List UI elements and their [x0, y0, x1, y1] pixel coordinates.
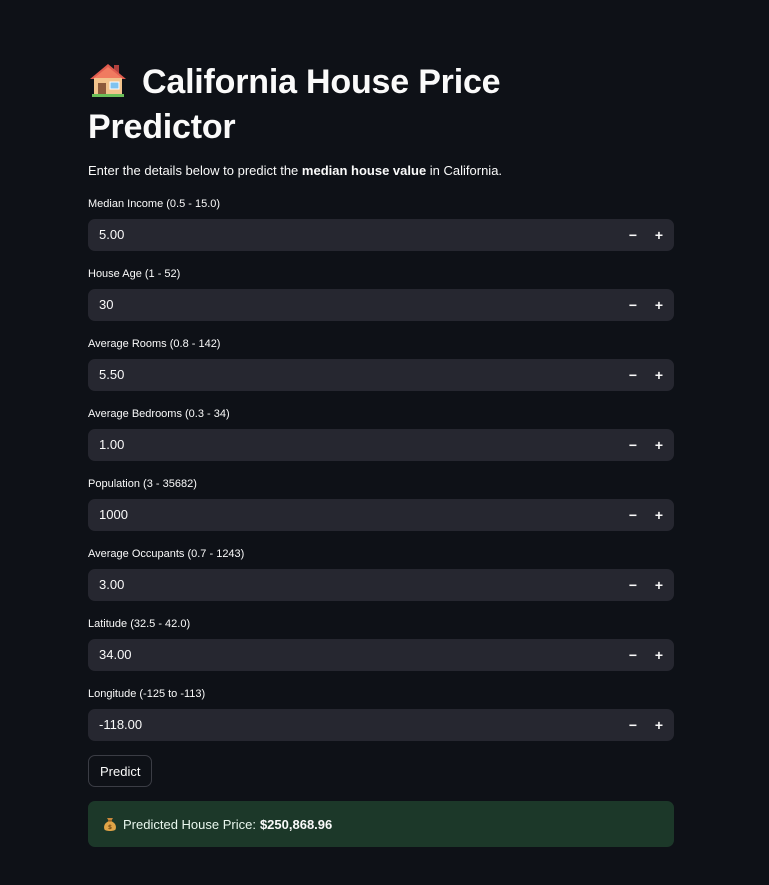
- field-label: Median Income (0.5 - 15.0): [88, 198, 221, 210]
- decrement-button[interactable]: −: [620, 639, 646, 671]
- increment-button[interactable]: +: [646, 709, 672, 741]
- number-input: − +: [88, 218, 674, 252]
- result-value: $250,868.96: [259, 816, 333, 832]
- decrement-button[interactable]: −: [620, 429, 646, 461]
- latitude-input[interactable]: [88, 638, 620, 672]
- field-median-income: Median Income (0.5 - 15.0) − +: [88, 197, 674, 252]
- field-label: Longitude (-125 to -113): [88, 688, 206, 700]
- average-rooms-input[interactable]: [88, 358, 620, 392]
- field-latitude: Latitude (32.5 - 42.0) − +: [88, 617, 674, 672]
- prediction-result: $ Predicted House Price: $250,868.96: [88, 801, 674, 847]
- result-label: Predicted House Price:: [123, 816, 256, 832]
- page-title-text: California House Price Predictor: [88, 63, 501, 146]
- field-average-bedrooms: Average Bedrooms (0.3 - 34) − +: [88, 407, 674, 462]
- predict-button[interactable]: Predict: [88, 755, 153, 787]
- median-income-input[interactable]: [88, 218, 620, 252]
- population-input[interactable]: [88, 498, 620, 532]
- field-label: House Age (1 - 52): [88, 268, 181, 280]
- intro-text-bold: median house value: [301, 163, 427, 178]
- intro-text-after: in California.: [426, 163, 503, 178]
- decrement-button[interactable]: −: [620, 569, 646, 601]
- longitude-input[interactable]: [88, 708, 620, 742]
- average-occupants-input[interactable]: [88, 568, 620, 602]
- increment-button[interactable]: +: [646, 219, 672, 251]
- increment-button[interactable]: +: [646, 569, 672, 601]
- house-age-input[interactable]: [88, 288, 620, 322]
- number-input: − +: [88, 568, 674, 602]
- field-label: Population (3 - 35682): [88, 478, 197, 490]
- decrement-button[interactable]: −: [620, 359, 646, 391]
- decrement-button[interactable]: −: [620, 289, 646, 321]
- number-input: − +: [88, 288, 674, 322]
- page-title: California House Price Predictor: [88, 60, 548, 150]
- field-label: Average Rooms (0.8 - 142): [88, 338, 221, 350]
- field-average-occupants: Average Occupants (0.7 - 1243) − +: [88, 547, 674, 602]
- field-label: Latitude (32.5 - 42.0): [88, 618, 191, 630]
- decrement-button[interactable]: −: [620, 709, 646, 741]
- increment-button[interactable]: +: [646, 639, 672, 671]
- field-average-rooms: Average Rooms (0.8 - 142) − +: [88, 337, 674, 392]
- field-longitude: Longitude (-125 to -113) − +: [88, 687, 674, 742]
- increment-button[interactable]: +: [646, 429, 672, 461]
- number-input: − +: [88, 708, 674, 742]
- number-input: − +: [88, 428, 674, 462]
- field-label: Average Bedrooms (0.3 - 34): [88, 408, 230, 420]
- number-input: − +: [88, 638, 674, 672]
- field-label: Average Occupants (0.7 - 1243): [88, 548, 245, 560]
- decrement-button[interactable]: −: [620, 219, 646, 251]
- increment-button[interactable]: +: [646, 359, 672, 391]
- average-bedrooms-input[interactable]: [88, 428, 620, 462]
- field-population: Population (3 - 35682) − +: [88, 477, 674, 532]
- house-icon: [88, 61, 128, 97]
- decrement-button[interactable]: −: [620, 499, 646, 531]
- field-house-age: House Age (1 - 52) − +: [88, 267, 674, 322]
- intro-text-before: Enter the details below to predict the: [88, 163, 302, 178]
- number-input: − +: [88, 358, 674, 392]
- number-input: − +: [88, 498, 674, 532]
- increment-button[interactable]: +: [646, 289, 672, 321]
- money-bag-icon: $: [103, 816, 117, 832]
- svg-text:$: $: [108, 824, 112, 831]
- increment-button[interactable]: +: [646, 499, 672, 531]
- intro-text: Enter the details below to predict the m…: [88, 162, 502, 180]
